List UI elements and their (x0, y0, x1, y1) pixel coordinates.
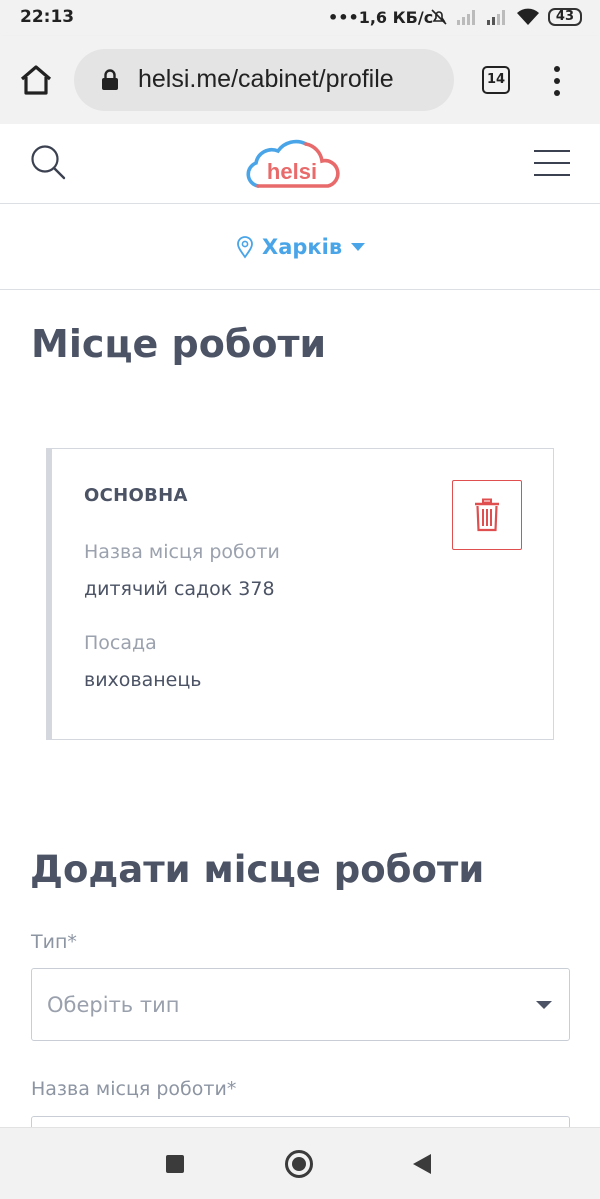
status-time: 22:13 (20, 7, 75, 27)
signal-icon (456, 10, 475, 25)
network-speed-value: 1,6 КБ/с (358, 8, 434, 27)
caret-down-icon (536, 1001, 552, 1009)
type-label: Тип* (31, 931, 77, 953)
position-label: Посада (84, 632, 157, 654)
status-icons: 43 (430, 8, 582, 26)
url-text[interactable]: helsi.me/cabinet/profile (138, 65, 394, 94)
lock-icon (102, 69, 118, 90)
back-triangle-icon[interactable] (413, 1154, 431, 1174)
hamburger-menu-icon[interactable] (534, 148, 572, 178)
wifi-icon (516, 8, 539, 25)
trash-icon (475, 498, 499, 532)
workplace-name-value: дитячий садок 378 (84, 578, 275, 600)
signal-icon (486, 10, 505, 25)
site-header: helsi (0, 124, 600, 204)
location-pin-icon (237, 236, 253, 259)
address-bar[interactable]: helsi.me/cabinet/profile (74, 49, 454, 111)
type-select-placeholder: Оберіть тип (47, 993, 180, 1017)
caret-down-icon (351, 243, 366, 251)
city-selector[interactable]: Харків (236, 232, 366, 262)
search-icon[interactable] (28, 142, 68, 182)
delete-workplace-button[interactable] (452, 480, 522, 550)
workplace-type: ОСНОВНА (84, 485, 188, 506)
logo[interactable]: helsi (244, 130, 340, 196)
position-value: вихованець (84, 669, 202, 691)
system-nav-bar (0, 1127, 600, 1199)
home-icon[interactable] (16, 60, 56, 100)
workplace-name-field-label: Назва місця роботи* (31, 1078, 237, 1100)
status-bar: 22:13 •••1,6 КБ/с 43 (0, 0, 600, 36)
workplace-name-label: Назва місця роботи (84, 541, 280, 563)
battery-icon: 43 (547, 8, 582, 26)
home-circle-icon[interactable] (285, 1150, 313, 1178)
menu-dots-icon[interactable] (549, 65, 565, 97)
type-select[interactable]: Оберіть тип (31, 968, 570, 1041)
workplace-card: ОСНОВНА Назва місця роботи дитячий садок… (46, 448, 554, 740)
tabs-icon[interactable]: 14 (482, 66, 510, 94)
logo-cloud-icon: helsi (246, 139, 340, 188)
city-bar: Харків (0, 204, 600, 290)
dots-icon: ••• (328, 8, 359, 27)
logo-text: helsi (267, 159, 317, 184)
recents-square-icon[interactable] (166, 1155, 184, 1173)
muted-icon (431, 9, 447, 25)
page-title: Місце роботи (31, 322, 327, 366)
browser-toolbar: helsi.me/cabinet/profile 14 (0, 36, 600, 124)
city-label[interactable]: Харків (262, 235, 342, 259)
network-speed: •••1,6 КБ/с (328, 8, 433, 27)
add-workplace-title: Додати місце роботи (30, 848, 485, 891)
